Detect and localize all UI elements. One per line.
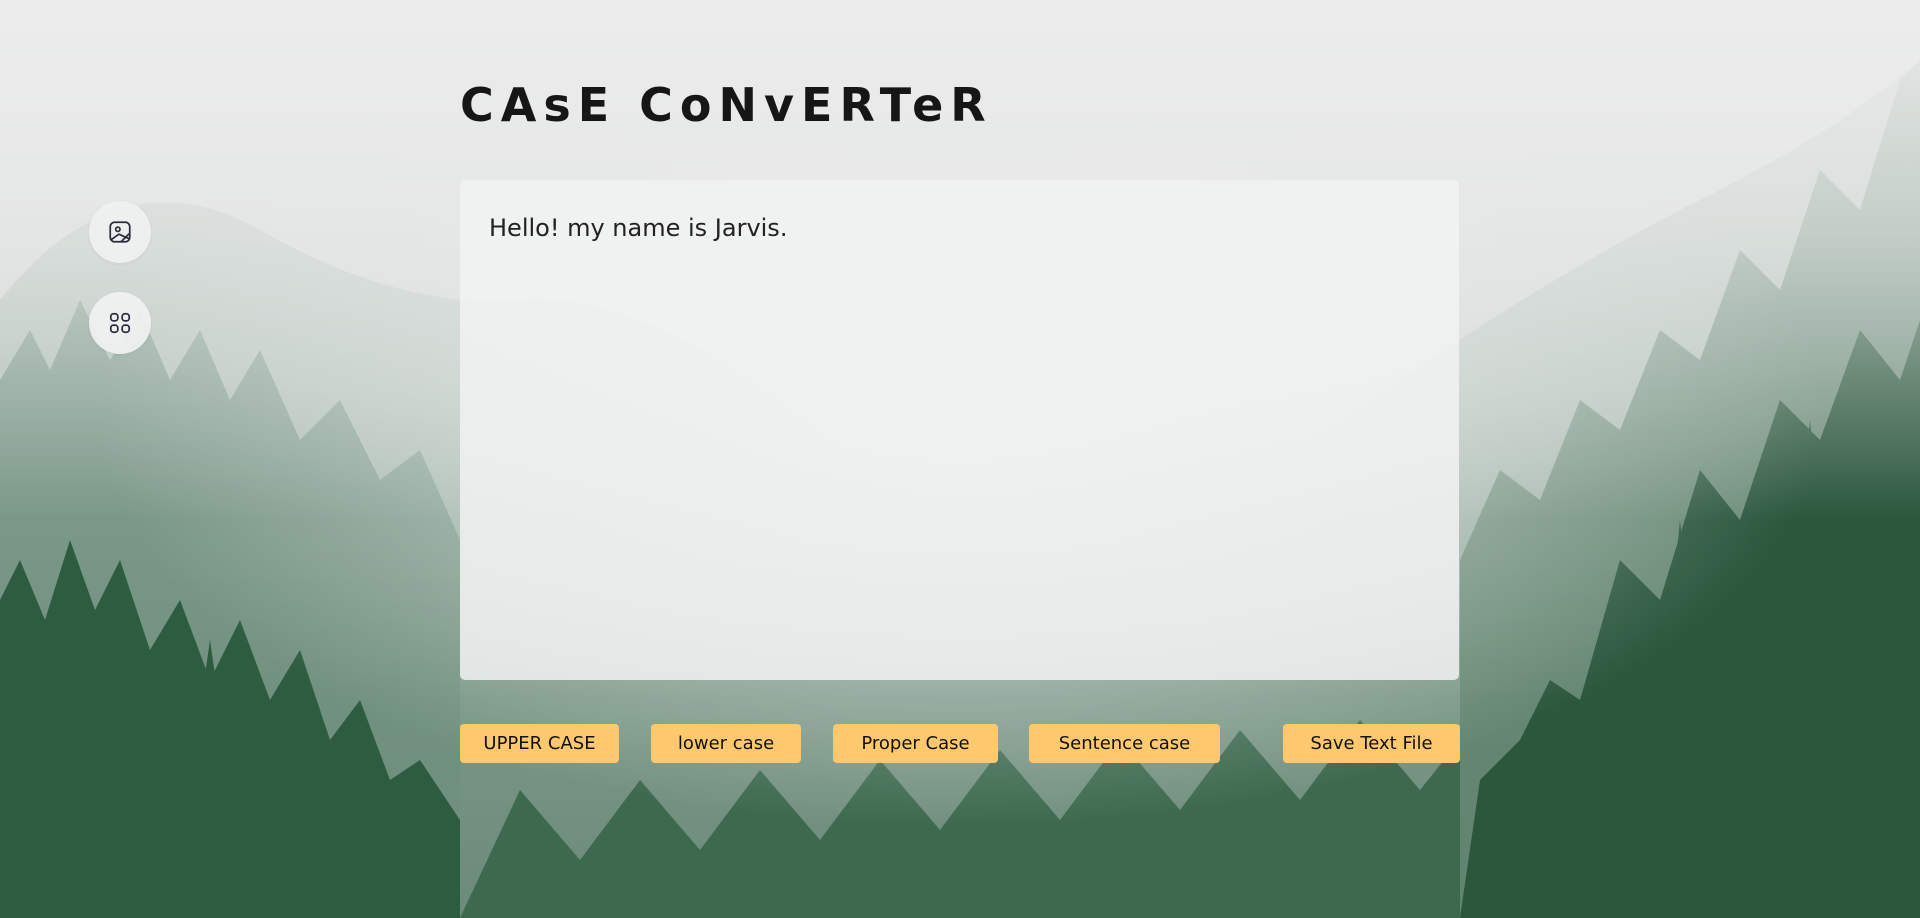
theme-grid-button[interactable] [89,292,151,354]
image-icon [107,219,133,245]
save-text-file-button[interactable]: Save Text File [1283,724,1460,763]
lower-case-button[interactable]: lower case [651,724,801,763]
page-title: CAsE CoNvERTeR [460,78,993,132]
text-input-area[interactable]: Hello! my name is Jarvis. [460,180,1459,680]
grid-icon [107,310,133,336]
image-background-button[interactable] [89,201,151,263]
upper-case-button[interactable]: UPPER CASE [460,724,619,763]
app-root: CAsE CoNvERTeR Hello! my name is Jarvis.… [0,0,1920,918]
sentence-case-button[interactable]: Sentence case [1029,724,1220,763]
proper-case-button[interactable]: Proper Case [833,724,998,763]
